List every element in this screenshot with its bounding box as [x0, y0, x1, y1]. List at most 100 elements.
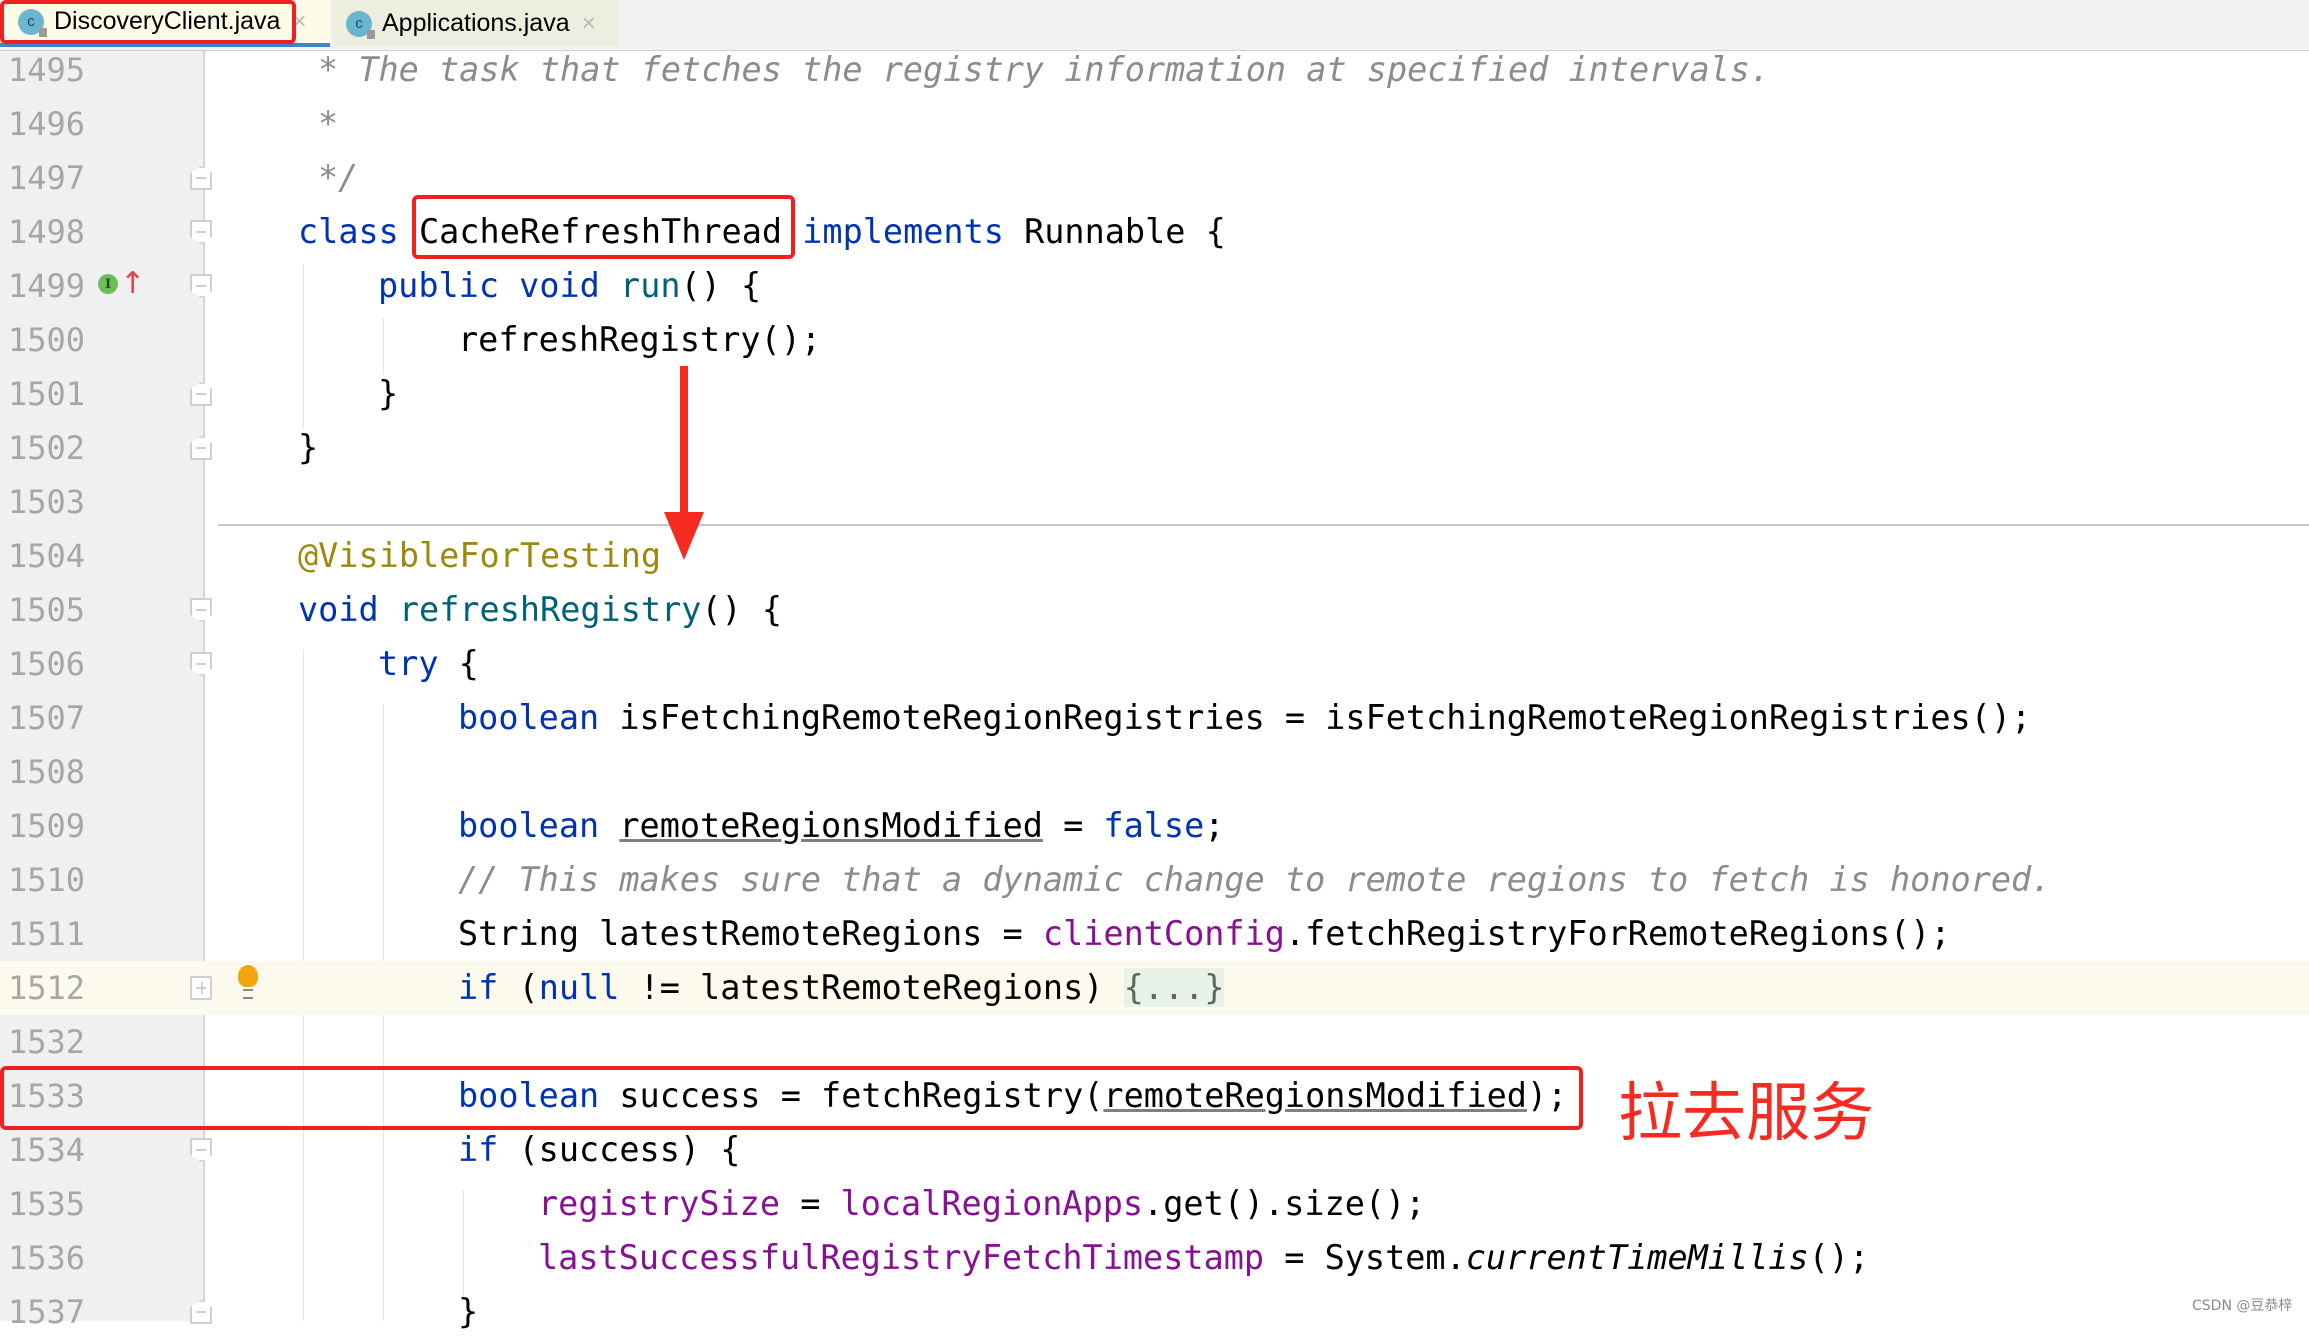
code-text: (success) { — [498, 1130, 741, 1169]
statement: lastSuccessfulRegistryFetchTimestamp = S… — [538, 1231, 1869, 1285]
code-text: != latestRemoteRegions) — [619, 968, 1124, 1007]
folded-code-block[interactable]: {...} — [1123, 968, 1225, 1007]
code-line: 1501 } — [0, 367, 2309, 421]
fold-collapse-icon[interactable] — [190, 598, 212, 622]
field: lastSuccessfulRegistryFetchTimestamp — [538, 1238, 1265, 1277]
keyword: public void — [378, 266, 600, 305]
line-number: 1510 — [8, 861, 86, 899]
lightbulb-icon[interactable] — [238, 965, 258, 999]
if-statement: if (null != latestRemoteRegions) {...} — [458, 961, 1225, 1015]
if-statement: if (success) { — [458, 1123, 740, 1177]
code-line: 1510 // This makes sure that a dynamic c… — [0, 853, 2309, 907]
java-class-icon: c — [346, 10, 375, 39]
code-line: 1496 * — [0, 97, 2309, 151]
method-name: run — [620, 266, 681, 305]
keyword: class — [298, 212, 399, 251]
keyword: void — [298, 590, 379, 629]
code-text: ( — [498, 968, 539, 1007]
annotation-label: 拉去服务 — [1618, 1077, 1874, 1151]
code-line: 1536 lastSuccessfulRegistryFetchTimestam… — [0, 1231, 2309, 1285]
code-line: 1503 — [0, 475, 2309, 529]
watermark: CSDN @豆恭梓 — [2192, 1298, 2293, 1314]
line-number: 1509 — [8, 807, 86, 845]
fold-end-icon[interactable] — [190, 166, 212, 190]
keyword: boolean — [458, 698, 600, 737]
keyword: boolean — [458, 806, 600, 845]
tab-applications[interactable]: c Applications.java × — [332, 0, 618, 47]
close-icon[interactable]: × — [582, 10, 596, 38]
code-line: 1509 boolean remoteRegionsModified = fal… — [0, 799, 2309, 853]
field: registrySize — [538, 1184, 781, 1223]
statement: boolean remoteRegionsModified = false; — [458, 799, 1224, 853]
code-text: .get().size(); — [1143, 1184, 1426, 1223]
code-text: = System. — [1264, 1238, 1466, 1277]
line-number: 1504 — [8, 537, 86, 575]
go-to-interface-arrow-icon[interactable]: ↑ — [120, 269, 145, 299]
line-number: 1512 — [8, 969, 86, 1007]
code-line-current: 1512 if (null != latestRemoteRegions) {.… — [0, 961, 2309, 1015]
annotation: @VisibleForTesting — [298, 536, 662, 575]
keyword: null — [538, 968, 620, 1007]
line-number: 1496 — [8, 105, 86, 143]
method-name: refreshRegistry — [398, 590, 702, 629]
line-number: 1511 — [8, 915, 86, 953]
code-line: 1508 — [0, 745, 2309, 799]
line-number: 1501 — [8, 375, 86, 413]
fold-collapse-icon[interactable] — [190, 274, 212, 298]
code-line: 1502 } — [0, 421, 2309, 475]
class-name-highlight-box — [412, 195, 795, 259]
code-line: 1495 * The task that fetches the registr… — [0, 43, 2309, 97]
field: clientConfig — [1042, 914, 1285, 953]
tab-label: Applications.java — [382, 9, 570, 37]
fold-end-icon[interactable] — [190, 382, 212, 406]
comment: // This makes sure that a dynamic change… — [458, 860, 2052, 899]
keyword: false — [1103, 806, 1205, 845]
code-line: 1532 — [0, 1015, 2309, 1069]
code-line: 1497 */ — [0, 151, 2309, 205]
code-text: () { — [701, 590, 783, 629]
fold-collapse-icon[interactable] — [190, 652, 212, 676]
fold-end-icon[interactable] — [190, 436, 212, 460]
line-number: 1499 — [8, 267, 86, 305]
code-line: 1500 refreshRegistry(); — [0, 313, 2309, 367]
line-number: 1498 — [8, 213, 86, 251]
try-statement: try { — [378, 637, 479, 691]
code-text: } — [458, 1292, 479, 1331]
code-text: String latestRemoteRegions = — [458, 914, 1043, 953]
red-arrow-head-icon — [664, 512, 704, 560]
line-number: 1502 — [8, 429, 86, 467]
keyword: if — [458, 968, 499, 1007]
fold-expand-icon[interactable] — [190, 976, 212, 1000]
code-line: 1537 } — [0, 1285, 2309, 1339]
code-line: 1498 class CacheRefreshThread implements… — [0, 205, 2309, 259]
code-line: 1506 try { — [0, 637, 2309, 691]
line-number: 1536 — [8, 1239, 86, 1277]
comment: */ — [318, 158, 359, 197]
code-line: 1535 registrySize = localRegionApps.get(… — [0, 1177, 2309, 1231]
keyword: implements — [802, 212, 1004, 251]
variable: remoteRegionsModified — [619, 806, 1043, 845]
line-number: 1497 — [8, 159, 86, 197]
line-number: 1503 — [8, 483, 86, 521]
code-line: 1505 void refreshRegistry() { — [0, 583, 2309, 637]
line-number: 1535 — [8, 1185, 86, 1223]
statement: boolean isFetchingRemoteRegionRegistries… — [458, 691, 2031, 745]
code-text: refreshRegistry(); — [458, 320, 822, 359]
implements-icon[interactable]: I — [98, 274, 118, 294]
method-declaration: void refreshRegistry() { — [298, 583, 782, 637]
code-text: (); — [1808, 1238, 1870, 1277]
keyword: if — [458, 1130, 499, 1169]
fold-end-icon[interactable] — [190, 1300, 212, 1324]
fold-collapse-icon[interactable] — [190, 220, 212, 244]
code-text: = — [1042, 806, 1104, 845]
line-number: 1537 — [8, 1293, 86, 1331]
static-method: currentTimeMillis — [1465, 1238, 1809, 1277]
line-number: 1508 — [8, 753, 86, 791]
code-text: = — [780, 1184, 841, 1223]
fold-collapse-icon[interactable] — [190, 1138, 212, 1162]
code-line: 1511 String latestRemoteRegions = client… — [0, 907, 2309, 961]
code-line: 1504 @VisibleForTesting — [0, 529, 2309, 583]
comment: * — [318, 104, 339, 143]
line-number: 1505 — [8, 591, 86, 629]
code-line: 1499 I ↑ public void run() { — [0, 259, 2309, 313]
